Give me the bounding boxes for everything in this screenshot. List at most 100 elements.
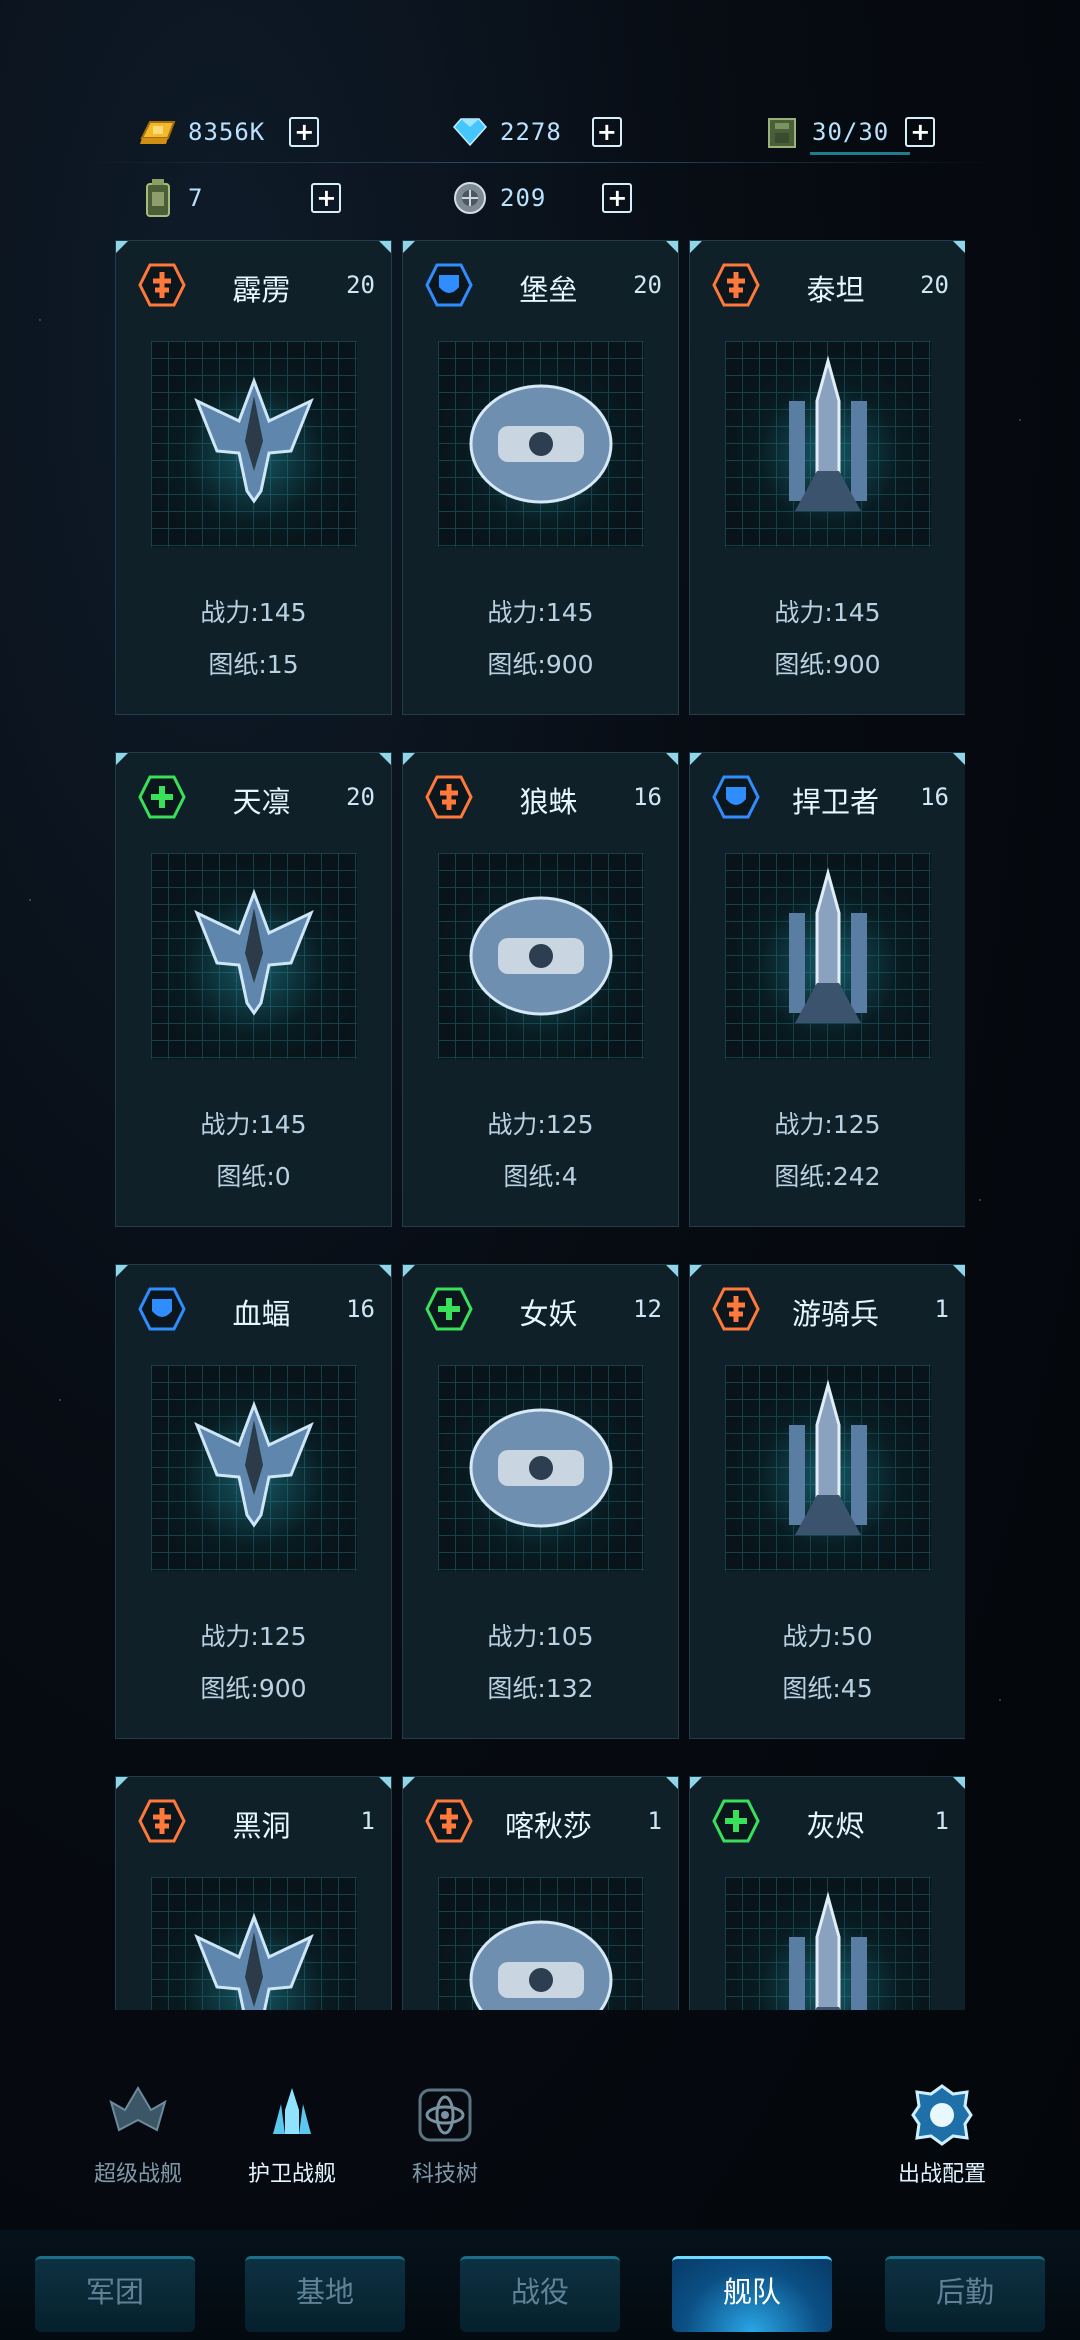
ship-card-header: 泰坦 20 (690, 259, 965, 309)
ship-preview[interactable] (151, 1877, 357, 2010)
tab-label: 护卫战舰 (247, 2162, 336, 2187)
ship-card[interactable]: 喀秋莎 1 (402, 1776, 679, 2010)
ship-power: 战力:125 (774, 1110, 881, 1139)
ship-preview[interactable] (725, 1877, 931, 2010)
ship-name: 血蝠 (232, 1297, 291, 1331)
ship-card-header: 狼蛛 16 (403, 771, 678, 821)
ship-name: 游骑兵 (791, 1297, 879, 1331)
ship-class-attack-icon (138, 263, 186, 307)
gold-bars-icon (138, 114, 178, 150)
ship-sprite-icon (469, 896, 613, 1016)
resource-fuel: 7 + (138, 176, 342, 220)
fuel-canister-icon (138, 179, 178, 217)
ship-level: 1 (934, 1295, 949, 1323)
ship-preview[interactable] (151, 1365, 357, 1571)
resource-gold: 8356K + (138, 110, 320, 154)
ship-sprite-icon (194, 1912, 314, 2010)
ship-level: 12 (633, 1295, 662, 1323)
ship-card[interactable]: 天凛 20 战力:145 图纸:0 (115, 752, 392, 1227)
ship-level: 20 (920, 271, 949, 299)
ship-card[interactable]: 游骑兵 1 战力:50 图纸:45 (689, 1264, 965, 1739)
ship-power: 战力:105 (487, 1622, 594, 1651)
ship-card[interactable]: 霹雳 20 战力:145 图纸:15 (115, 240, 392, 715)
add-capacity-button[interactable]: + (905, 117, 936, 147)
ship-class-attack-icon (138, 1799, 186, 1843)
ship-sprite-icon (194, 1400, 314, 1528)
add-alloy-button[interactable]: + (602, 183, 633, 213)
ship-card[interactable]: 泰坦 20 战力:145 图纸:900 (689, 240, 965, 715)
add-diamond-button[interactable]: + (591, 117, 622, 147)
ship-preview[interactable] (725, 1365, 931, 1571)
ship-name: 狼蛛 (519, 785, 578, 819)
nav-label: 基地 (295, 2275, 354, 2309)
alloy-value: 209 (500, 184, 547, 212)
alloy-disc-icon (450, 180, 490, 216)
ship-name: 黑洞 (232, 1809, 291, 1843)
ship-card[interactable]: 捍卫者 16 战力:125 图纸:242 (689, 752, 965, 1227)
nav-base[interactable]: 基地 (235, 2242, 415, 2338)
ship-name: 霹雳 (232, 273, 291, 307)
ship-level: 16 (920, 783, 949, 811)
ship-level: 1 (934, 1807, 949, 1835)
tab-label: 超级战舰 (93, 2162, 182, 2187)
ship-blueprint: 图纸:900 (200, 1674, 307, 1703)
ship-preview[interactable] (438, 853, 644, 1059)
nav-label: 军团 (85, 2275, 144, 2309)
ship-card[interactable]: 堡垒 20 战力:145 图纸:900 (402, 240, 679, 715)
ship-card[interactable]: 灰烬 1 (689, 1776, 965, 2010)
ship-card-header: 血蝠 16 (116, 1283, 391, 1333)
resource-alloy: 209 + (450, 176, 633, 220)
resource-bar: 8356K + 2278 + 30/30 + 7 + 209 + (0, 100, 1080, 240)
ship-name: 捍卫者 (791, 785, 879, 819)
ship-level: 16 (346, 1295, 375, 1323)
ship-name: 天凛 (232, 785, 291, 819)
ship-sprite-icon (194, 888, 314, 1016)
ship-sprite-icon (194, 376, 314, 504)
nav-legion[interactable]: 军团 (25, 2242, 205, 2338)
ship-card[interactable]: 血蝠 16 战力:125 图纸:900 (115, 1264, 392, 1739)
ship-preview[interactable] (725, 853, 931, 1059)
ship-card[interactable]: 狼蛛 16 战力:125 图纸:4 (402, 752, 679, 1227)
ship-preview[interactable] (438, 341, 644, 547)
tab-escort-warship[interactable]: 护卫战舰 (222, 2080, 362, 2188)
add-gold-button[interactable]: + (289, 117, 320, 147)
tab-super-warship[interactable]: 超级战舰 (68, 2080, 208, 2188)
ship-card[interactable]: 女妖 12 战力:105 图纸:132 (402, 1264, 679, 1739)
tab-tech-tree[interactable]: 科技树 (375, 2080, 515, 2188)
ship-power: 战力:145 (200, 1110, 307, 1139)
nav-label: 战役 (510, 2275, 569, 2309)
ship-card-header: 堡垒 20 (403, 259, 678, 309)
resource-capacity: 30/30 + (762, 110, 936, 154)
ship-preview[interactable] (151, 853, 357, 1059)
ship-power: 战力:145 (774, 598, 881, 627)
escort-ship-grid[interactable]: 霹雳 20 战力:145 图纸:15 堡垒 20 战力:145 图纸:900 泰坦 20 战力:14… (115, 240, 965, 2010)
nav-logistics[interactable]: 后勤 (875, 2242, 1055, 2338)
fleet-subtabs: 超级战舰 护卫战舰 科技树 出战配置 (0, 2060, 1080, 2210)
ship-class-defense-icon (425, 263, 473, 307)
ship-card-header: 喀秋莎 1 (403, 1795, 678, 1845)
ship-sprite-icon (789, 1379, 867, 1535)
resource-divider (80, 162, 1000, 163)
ship-sprite-icon (789, 867, 867, 1023)
ship-card-header: 女妖 12 (403, 1283, 678, 1333)
fuel-value: 7 (188, 184, 204, 212)
ship-preview[interactable] (151, 341, 357, 547)
tab-battle-config[interactable]: 出战配置 (872, 2080, 1012, 2188)
super-warship-icon (103, 2080, 173, 2150)
ship-power: 战力:125 (200, 1622, 307, 1651)
nav-campaign[interactable]: 战役 (450, 2242, 630, 2338)
ship-preview[interactable] (438, 1365, 644, 1571)
tab-label: 出战配置 (897, 2162, 986, 2187)
ship-sprite-icon (469, 1408, 613, 1528)
ship-class-attack-icon (712, 1287, 760, 1331)
ship-preview[interactable] (725, 341, 931, 547)
ship-preview[interactable] (438, 1877, 644, 2010)
nav-fleet[interactable]: 舰队 (662, 2242, 842, 2338)
cargo-crate-icon (762, 114, 802, 150)
ship-class-attack-icon (425, 775, 473, 819)
ship-class-defense-icon (138, 1287, 186, 1331)
add-fuel-button[interactable]: + (311, 183, 342, 213)
ship-card-header: 霹雳 20 (116, 259, 391, 309)
ship-card[interactable]: 黑洞 1 (115, 1776, 392, 2010)
capacity-underline (810, 152, 910, 155)
